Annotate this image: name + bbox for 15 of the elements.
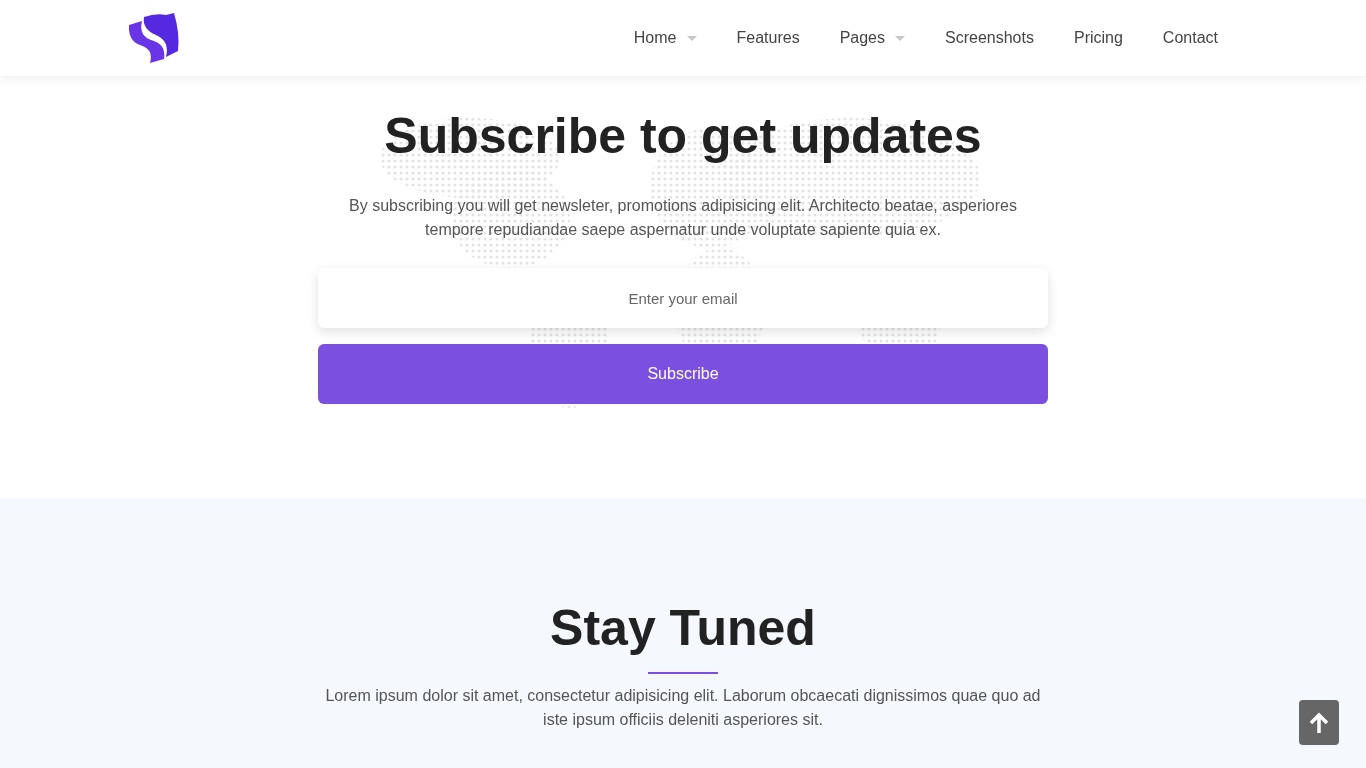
section-description: By subscribing you will get newsleter, promotions adipisicing elit. Architecto beatae, asperiores tempore repudiandae saepe aspernatur unde voluptate sapiente quia ex. (348, 196, 1018, 240)
section-heading: Subscribe to get updates (384, 108, 982, 164)
arrow-up-icon (1309, 711, 1329, 734)
nav-link[interactable]: Pricing (1073, 26, 1123, 50)
nav-link[interactable]: Pages (839, 26, 905, 50)
nav-link[interactable]: Home (633, 26, 697, 50)
nav-link[interactable]: Screenshots (945, 26, 1034, 50)
heading-underline (648, 672, 718, 674)
nav-link[interactable]: Contact (1162, 26, 1218, 50)
email-input-field[interactable]: Enter your email (318, 268, 1048, 328)
section-heading: Stay Tuned (550, 600, 816, 656)
section-description: Lorem ipsum dolor sit amet, consectetur adipisicing elit. Laborum obcaecati dignissimos quae quo ad iste ipsum officiis deleniti asperiores sit. (324, 686, 1042, 730)
subscribe-button[interactable]: Subscribe (318, 344, 1048, 404)
nav-link[interactable]: Features (736, 26, 800, 50)
back-to-top-button[interactable] (1299, 700, 1339, 745)
